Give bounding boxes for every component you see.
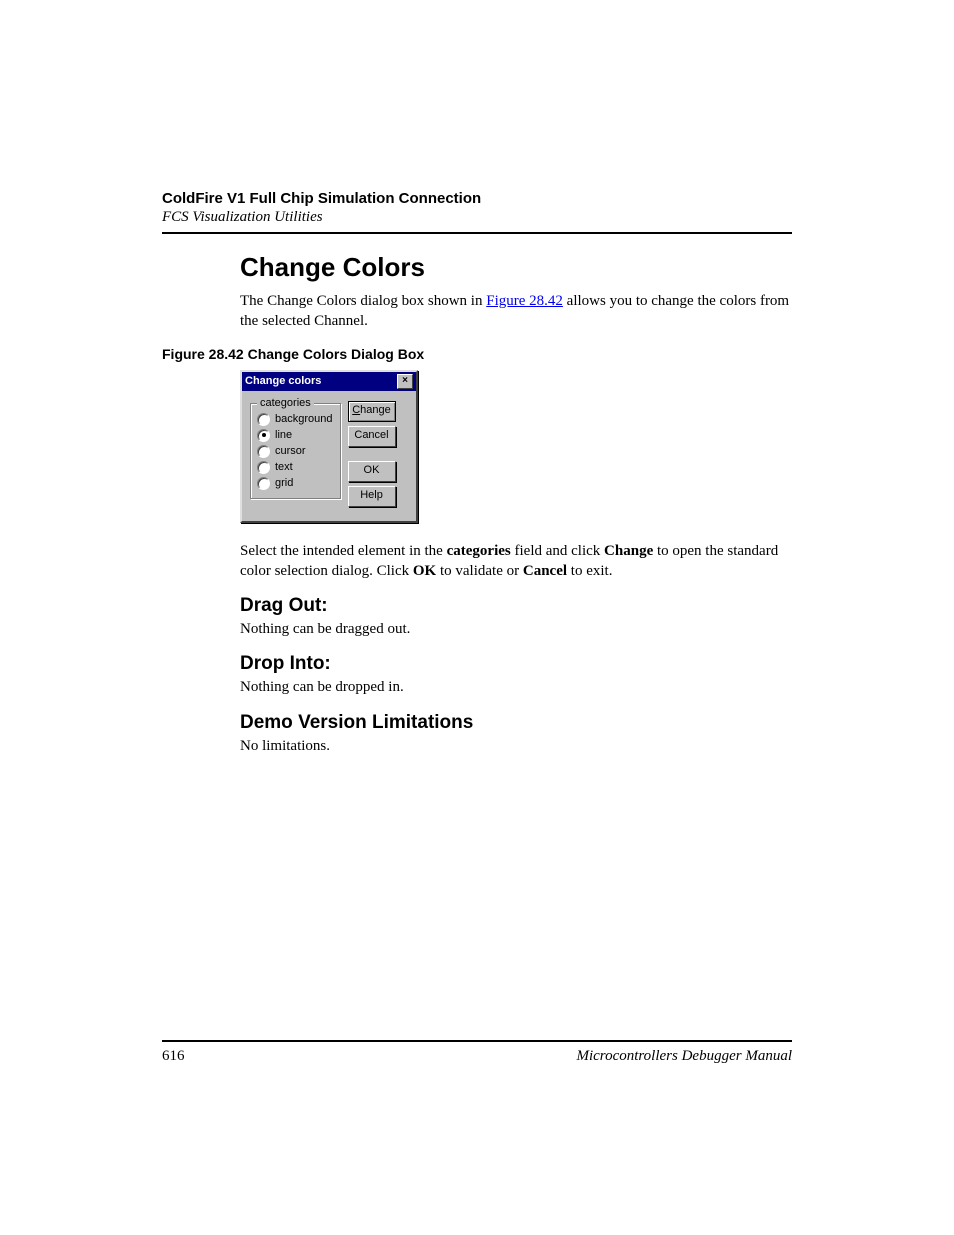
cancel-button[interactable]: Cancel	[348, 426, 396, 447]
radio-background[interactable]: background	[257, 413, 333, 426]
instr-b4: Cancel	[523, 563, 567, 579]
dialog-screenshot: Change colors × categories background li…	[240, 370, 792, 523]
header-subtitle: FCS Visualization Utilities	[162, 209, 792, 226]
radio-label: text	[275, 461, 293, 473]
radio-icon	[257, 413, 270, 426]
manual-title: Microcontrollers Debugger Manual	[576, 1048, 792, 1065]
change-rest: hange	[360, 404, 391, 416]
page-footer: 616 Microcontrollers Debugger Manual	[162, 1040, 792, 1065]
ok-button[interactable]: OK	[348, 461, 396, 482]
radio-cursor[interactable]: cursor	[257, 445, 333, 458]
change-colors-dialog: Change colors × categories background li…	[240, 370, 418, 523]
radio-label: background	[275, 413, 333, 425]
help-button[interactable]: Help	[348, 486, 396, 507]
instr-b3: OK	[413, 563, 436, 579]
radio-icon	[257, 477, 270, 490]
dialog-body: categories background line cursor	[242, 391, 416, 521]
radio-label: grid	[275, 477, 293, 489]
header-title: ColdFire V1 Full Chip Simulation Connect…	[162, 190, 792, 207]
radio-icon	[257, 445, 270, 458]
dragout-heading: Drag Out:	[240, 595, 792, 617]
group-legend: categories	[257, 397, 314, 409]
intro-paragraph: The Change Colors dialog box shown in Fi…	[240, 291, 792, 332]
figure-link[interactable]: Figure 28.42	[486, 293, 563, 309]
instr-p5: to exit.	[567, 563, 612, 579]
instruction-paragraph: Select the intended element in the categ…	[240, 541, 792, 582]
intro-pre: The Change Colors dialog box shown in	[240, 293, 486, 309]
radio-line[interactable]: line	[257, 429, 333, 442]
button-spacer	[348, 451, 396, 457]
section-heading: Change Colors	[240, 252, 792, 283]
dropinto-heading: Drop Into:	[240, 653, 792, 675]
dropinto-body: Nothing can be dropped in.	[240, 677, 792, 697]
radio-label: line	[275, 429, 292, 441]
figure-caption: Figure 28.42 Change Colors Dialog Box	[162, 346, 792, 362]
dialog-title: Change colors	[245, 375, 321, 387]
radio-icon	[257, 429, 270, 442]
demo-body: No limitations.	[240, 736, 792, 756]
radio-icon	[257, 461, 270, 474]
page-header: ColdFire V1 Full Chip Simulation Connect…	[162, 190, 792, 234]
change-button[interactable]: Change	[348, 401, 396, 422]
footer-row: 616 Microcontrollers Debugger Manual	[162, 1048, 792, 1065]
dialog-buttons: Change Cancel OK Help	[348, 401, 396, 507]
instr-b1: categories	[447, 543, 511, 559]
instr-b2: Change	[604, 543, 653, 559]
radio-text[interactable]: text	[257, 461, 333, 474]
header-rule	[162, 232, 792, 234]
dialog-titlebar: Change colors ×	[242, 372, 416, 391]
categories-group: categories background line cursor	[250, 403, 342, 500]
close-icon[interactable]: ×	[397, 374, 413, 389]
demo-heading: Demo Version Limitations	[240, 712, 792, 734]
instr-p1: Select the intended element in the	[240, 543, 447, 559]
page-number: 616	[162, 1048, 185, 1065]
radio-label: cursor	[275, 445, 306, 457]
change-accel: C	[352, 404, 360, 416]
dragout-body: Nothing can be dragged out.	[240, 619, 792, 639]
instr-p4: to validate or	[436, 563, 523, 579]
footer-rule	[162, 1040, 792, 1042]
radio-grid[interactable]: grid	[257, 477, 333, 490]
instr-p2: field and click	[511, 543, 604, 559]
page-content: ColdFire V1 Full Chip Simulation Connect…	[0, 0, 954, 756]
